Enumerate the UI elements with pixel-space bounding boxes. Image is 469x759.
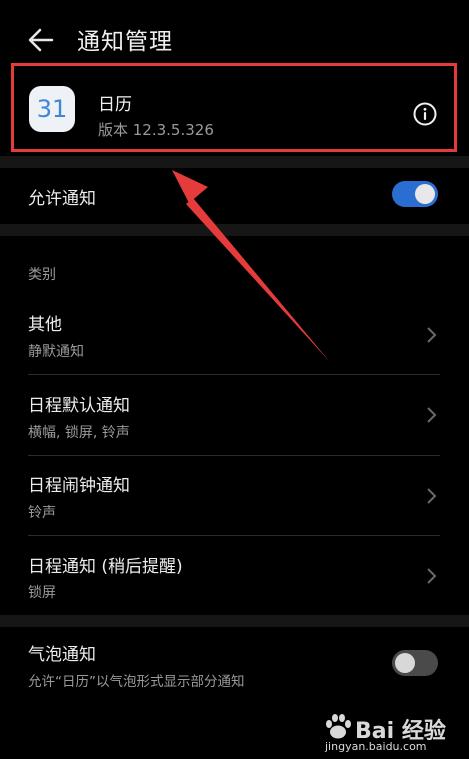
annotation-arrow (172, 170, 330, 362)
watermark-url: jingyan.baidu.com (325, 740, 427, 753)
paw-logo-icon (326, 714, 351, 739)
baidu-jingyan-watermark: Bai 经验 jingyan.baidu.com (319, 711, 459, 753)
